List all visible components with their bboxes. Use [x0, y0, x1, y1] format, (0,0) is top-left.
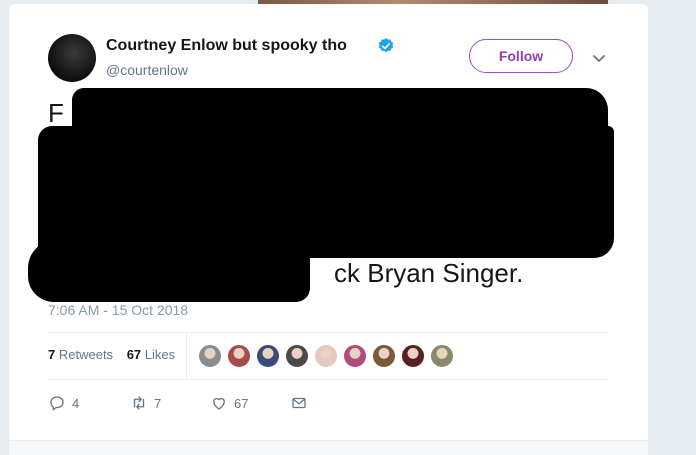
liker-avatar-5[interactable]	[314, 344, 338, 368]
reply-count: 4	[72, 395, 80, 411]
tweet-text-end: ck Bryan Singer.	[334, 258, 524, 288]
liker-avatar-1[interactable]	[198, 344, 222, 368]
liker-avatar-4[interactable]	[285, 344, 309, 368]
reply-icon	[50, 396, 64, 411]
divider-top	[48, 332, 608, 333]
tweet-timestamp[interactable]: 7:06 AM - 15 Oct 2018	[48, 302, 188, 318]
liker-avatar-2[interactable]	[227, 344, 251, 368]
redaction-3	[28, 240, 310, 302]
chevron-down-icon[interactable]	[591, 50, 607, 66]
verified-icon	[378, 38, 394, 53]
retweet-count: 7	[154, 395, 162, 411]
heart-icon	[213, 397, 225, 410]
liker-avatar-7[interactable]	[372, 344, 396, 368]
follow-button[interactable]: Follow	[469, 39, 573, 73]
author-name[interactable]: Courtney Enlow but spooky tho	[106, 37, 347, 55]
retweet-action[interactable]: 7	[130, 392, 161, 414]
divider-bottom	[48, 379, 608, 380]
like-count: 67	[234, 395, 249, 411]
liker-avatar-3[interactable]	[256, 344, 280, 368]
author-handle[interactable]: @courtenlow	[106, 62, 188, 78]
card-footer	[9, 440, 648, 455]
redaction-2	[38, 126, 614, 258]
stats-separator	[186, 334, 187, 378]
retweets-stat[interactable]: 7 Retweets	[48, 347, 113, 362]
liker-avatar-8[interactable]	[401, 344, 425, 368]
liker-avatar-6[interactable]	[343, 344, 367, 368]
message-action[interactable]	[290, 392, 308, 414]
reply-action[interactable]: 4	[48, 392, 79, 414]
retweet-icon	[133, 396, 145, 410]
tweet-text-start: F	[48, 98, 64, 128]
envelope-icon	[292, 397, 306, 409]
likes-stat[interactable]: 67 Likes	[127, 347, 175, 362]
tweet-stats: 7 Retweets 67 Likes	[48, 347, 185, 362]
author-avatar[interactable]	[48, 34, 96, 82]
like-action[interactable]: 67	[210, 392, 248, 414]
liker-avatar-9[interactable]	[430, 344, 454, 368]
